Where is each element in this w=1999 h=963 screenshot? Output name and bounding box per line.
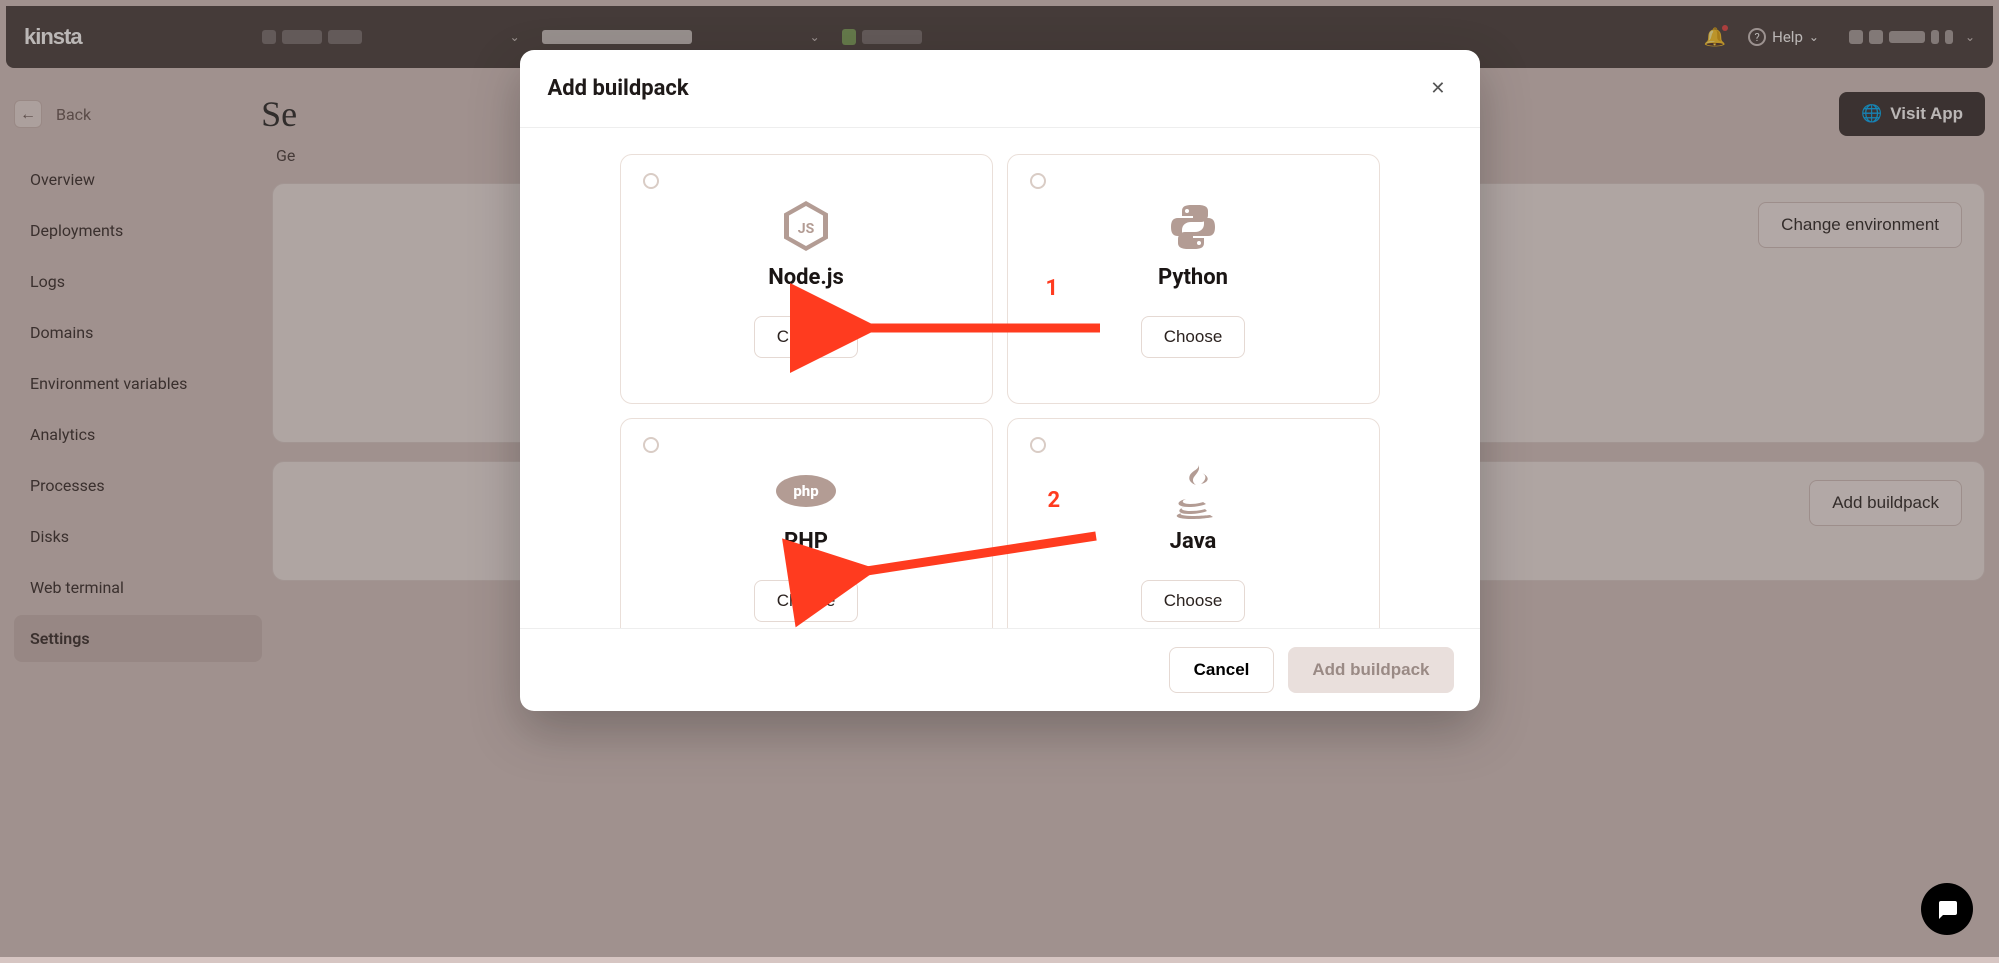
choose-button-python[interactable]: Choose [1141, 316, 1246, 358]
buildpack-card-nodejs[interactable]: JS Node.js Choose [620, 154, 993, 404]
cancel-button[interactable]: Cancel [1169, 647, 1275, 693]
modal-header: Add buildpack ✕ [520, 50, 1480, 128]
buildpack-card-python[interactable]: Python Choose [1007, 154, 1380, 404]
nodejs-icon: JS [783, 199, 829, 255]
choose-button-java[interactable]: Choose [1141, 580, 1246, 622]
radio-icon[interactable] [1030, 173, 1046, 189]
close-icon[interactable]: ✕ [1424, 72, 1451, 105]
buildpack-name: Java [1170, 529, 1217, 554]
modal-overlay: Add buildpack ✕ JS Node.js Choose Python [0, 0, 1999, 957]
modal-title: Add buildpack [548, 76, 689, 101]
radio-icon[interactable] [643, 173, 659, 189]
chat-fab[interactable] [1921, 883, 1973, 935]
add-buildpack-modal: Add buildpack ✕ JS Node.js Choose Python [520, 50, 1480, 711]
radio-icon[interactable] [1030, 437, 1046, 453]
add-buildpack-submit-button[interactable]: Add buildpack [1288, 647, 1453, 693]
radio-icon[interactable] [643, 437, 659, 453]
java-icon [1170, 463, 1216, 519]
buildpack-name: Python [1158, 265, 1228, 290]
buildpack-name: PHP [784, 529, 828, 554]
buildpack-card-php[interactable]: php PHP Choose [620, 418, 993, 628]
choose-button-php[interactable]: Choose [754, 580, 859, 622]
chat-icon [1935, 897, 1959, 921]
buildpack-card-java[interactable]: Java Choose [1007, 418, 1380, 628]
php-icon: php [775, 463, 837, 519]
modal-body: JS Node.js Choose Python Choose php [520, 128, 1480, 628]
choose-button-nodejs[interactable]: Choose [754, 316, 859, 358]
modal-footer: Cancel Add buildpack [520, 628, 1480, 711]
python-icon [1168, 199, 1218, 255]
svg-text:php: php [793, 482, 818, 500]
svg-text:JS: JS [798, 221, 815, 237]
buildpack-name: Node.js [768, 265, 844, 290]
